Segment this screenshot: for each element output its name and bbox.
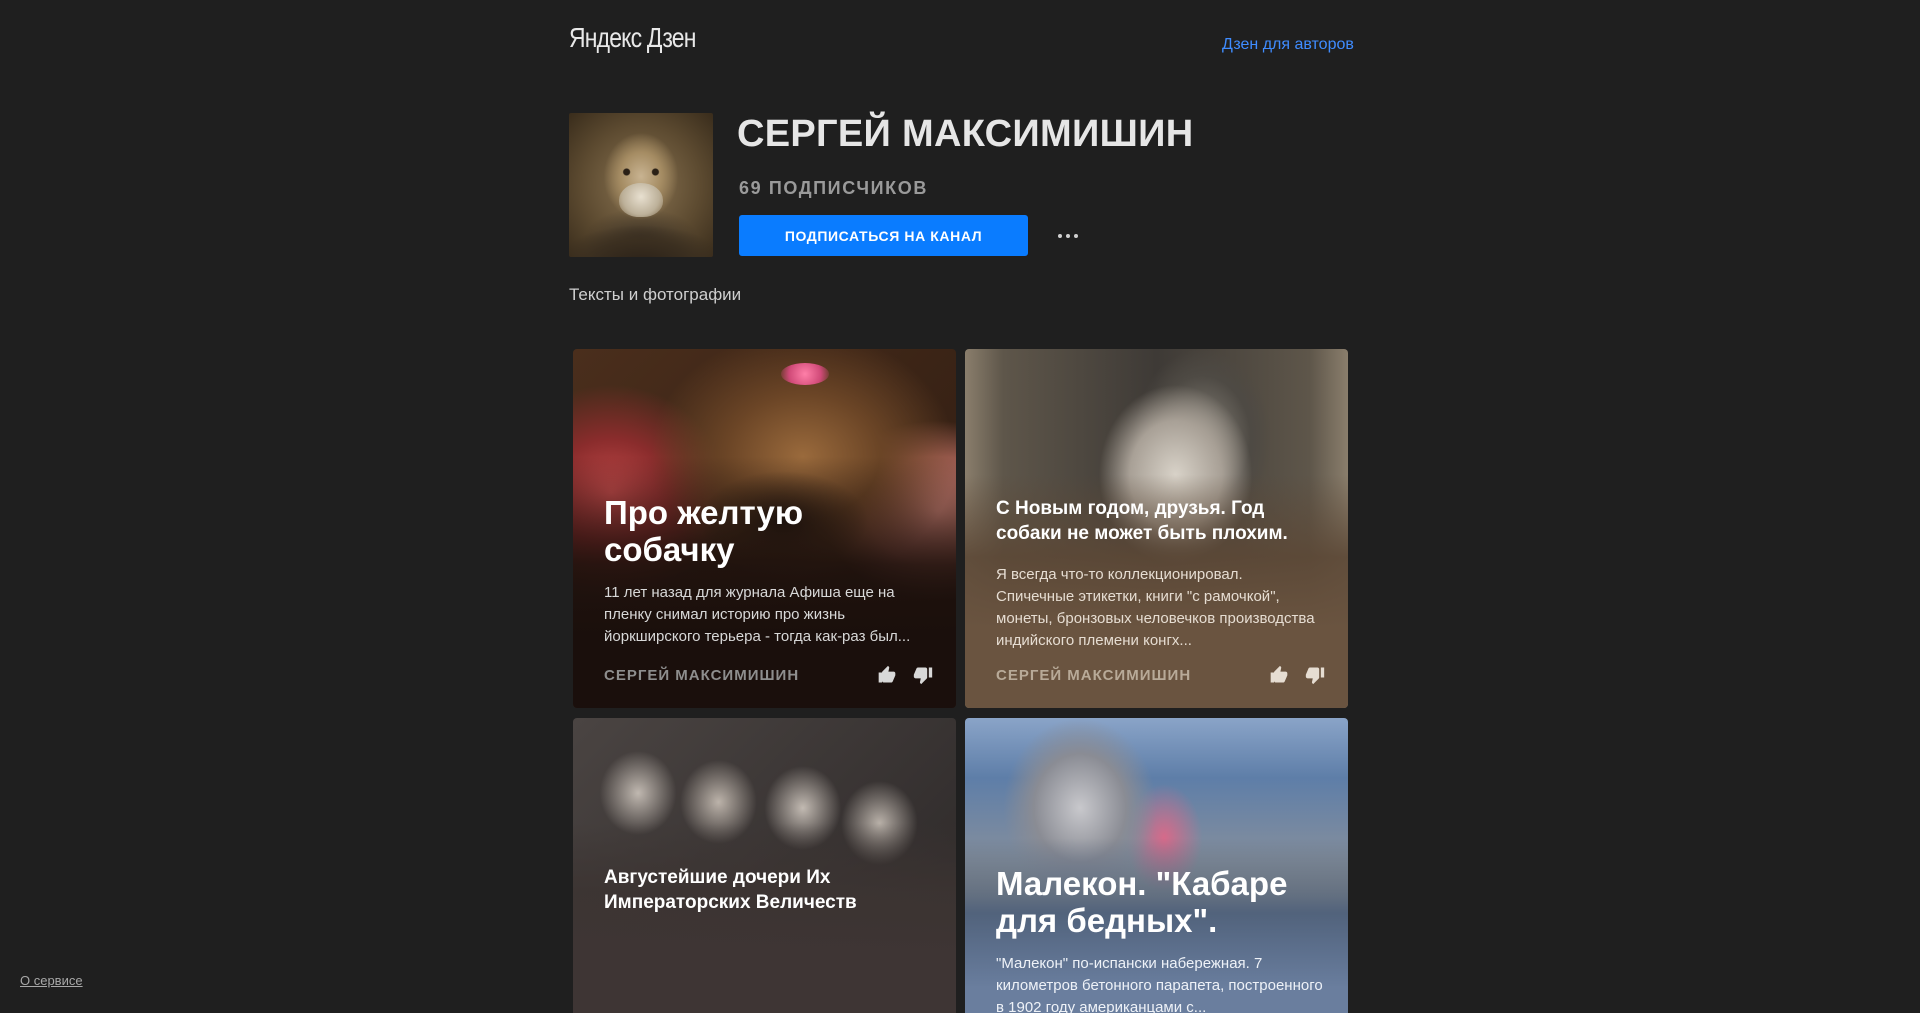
card-footer: СЕРГЕЙ МАКСИМИШИН <box>996 664 1326 686</box>
card-content: С Новым годом, друзья. Год собаки не мож… <box>996 496 1324 652</box>
card-text: "Малекон" по-испански набережная. 7 кило… <box>996 955 1323 1013</box>
article-card[interactable]: Августейшие дочери Их Императорских Вели… <box>573 718 956 1013</box>
thumbs-down-icon[interactable] <box>1304 664 1326 686</box>
card-content: Августейшие дочери Их Императорских Вели… <box>604 865 932 915</box>
card-title[interactable]: Августейшие дочери Их Императорских Вели… <box>604 865 932 915</box>
thumbs-down-icon[interactable] <box>912 664 934 686</box>
page: Яндекс Дзен Дзен для авторов СЕРГЕЙ МАКС… <box>0 0 1920 1013</box>
channel-avatar <box>569 113 713 257</box>
about-service-link[interactable]: О сервисе <box>20 973 83 988</box>
subscribe-button[interactable]: ПОДПИСАТЬСЯ НА КАНАЛ <box>739 215 1028 256</box>
dot <box>1074 234 1078 238</box>
channel-name: СЕРГЕЙ МАКСИМИШИН <box>737 113 1194 155</box>
card-actions <box>876 664 934 686</box>
dot <box>1066 234 1070 238</box>
card-title[interactable]: Малекон. "Кабаре для бедных". <box>996 865 1324 939</box>
article-card[interactable]: Про желтую собачку 11 лет назад для журн… <box>573 349 956 708</box>
card-image-bow <box>781 363 829 385</box>
more-dots-icon[interactable] <box>1052 222 1084 250</box>
card-title[interactable]: С Новым годом, друзья. Год собаки не мож… <box>996 496 1324 546</box>
card-content: Малекон. "Кабаре для бедных". "Малекон" … <box>996 865 1324 1013</box>
card-author[interactable]: СЕРГЕЙ МАКСИМИШИН <box>604 667 799 684</box>
subscribers-count: 69 ПОДПИСЧИКОВ <box>739 178 928 198</box>
dot <box>1058 234 1062 238</box>
avatar-coat <box>569 225 713 257</box>
card-author[interactable]: СЕРГЕЙ МАКСИМИШИН <box>996 667 1191 684</box>
card-actions <box>1268 664 1326 686</box>
article-card[interactable]: Малекон. "Кабаре для бедных". "Малекон" … <box>965 718 1348 1013</box>
thumbs-up-icon[interactable] <box>876 664 898 686</box>
article-card[interactable]: С Новым годом, друзья. Год собаки не мож… <box>965 349 1348 708</box>
channel-description: Тексты и фотографии <box>569 285 742 304</box>
yandex-zen-logo[interactable]: Яндекс Дзен <box>569 22 696 54</box>
card-text: 11 лет назад для журнала Афиша еще на пл… <box>604 584 911 645</box>
card-title[interactable]: Про желтую собачку <box>604 494 932 568</box>
card-text: Я всегда что-то коллекционировал. Спичеч… <box>996 566 1315 649</box>
avatar-beard <box>619 183 663 217</box>
zen-for-authors-link[interactable]: Дзен для авторов <box>1222 36 1354 54</box>
card-footer: СЕРГЕЙ МАКСИМИШИН <box>604 664 934 686</box>
thumbs-up-icon[interactable] <box>1268 664 1290 686</box>
card-content: Про желтую собачку 11 лет назад для журн… <box>604 494 932 648</box>
avatar-eyes <box>617 168 665 176</box>
